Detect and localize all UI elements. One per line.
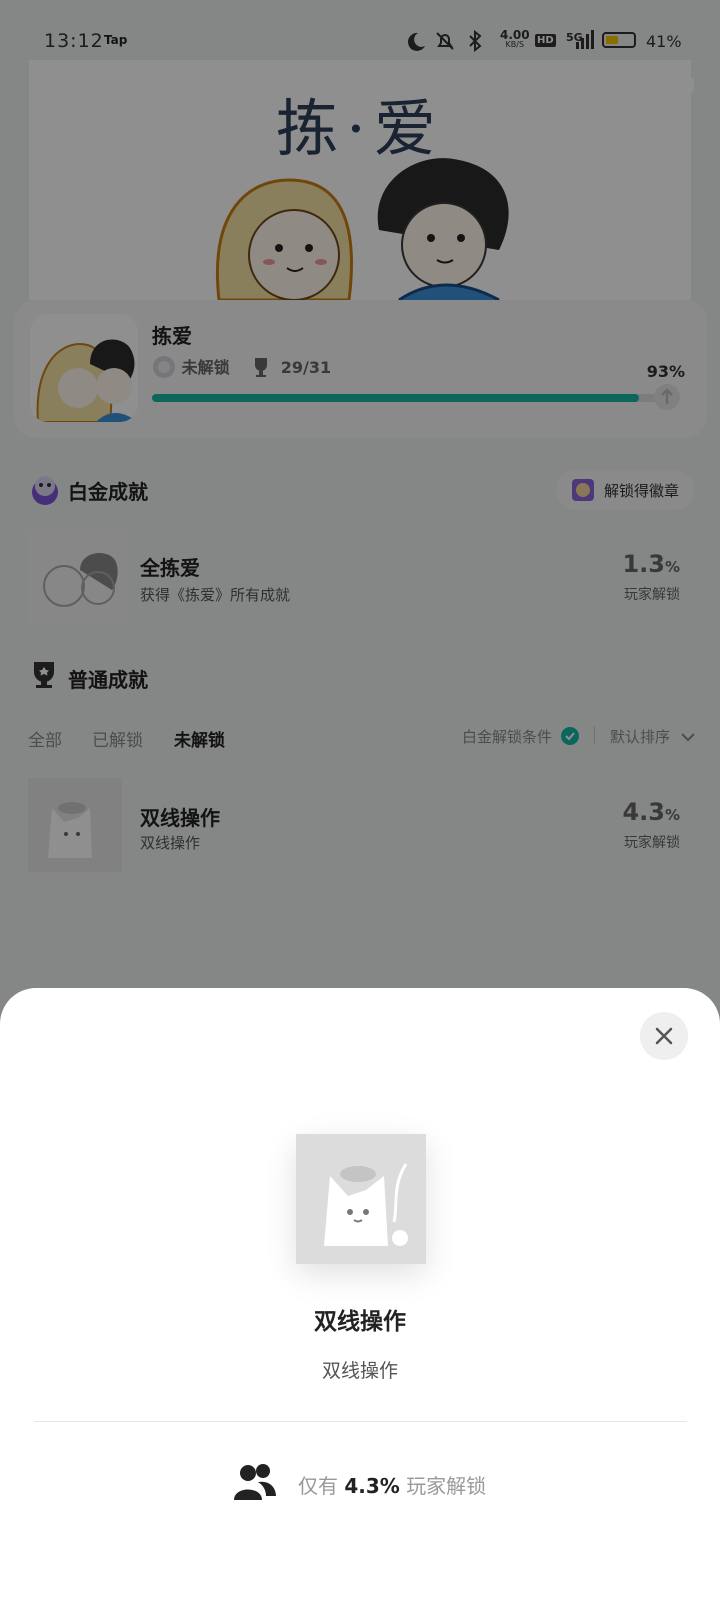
players-unlock-row: 仅有 4.3% 玩家解锁 xyxy=(232,1462,486,1502)
users-icon xyxy=(234,1464,276,1500)
fox-detective-art xyxy=(296,1134,426,1264)
achievement-detail-sheet xyxy=(0,988,720,1608)
sheet-description: 双线操作 xyxy=(321,1360,398,1382)
sheet-divider xyxy=(34,1421,687,1422)
sheet-title: 双线操作 xyxy=(314,1309,406,1335)
close-button[interactable] xyxy=(640,1012,688,1060)
sheet-achievement-image xyxy=(296,1134,426,1264)
players-unlock-text: 仅有 4.3% 玩家解锁 xyxy=(298,1474,487,1498)
